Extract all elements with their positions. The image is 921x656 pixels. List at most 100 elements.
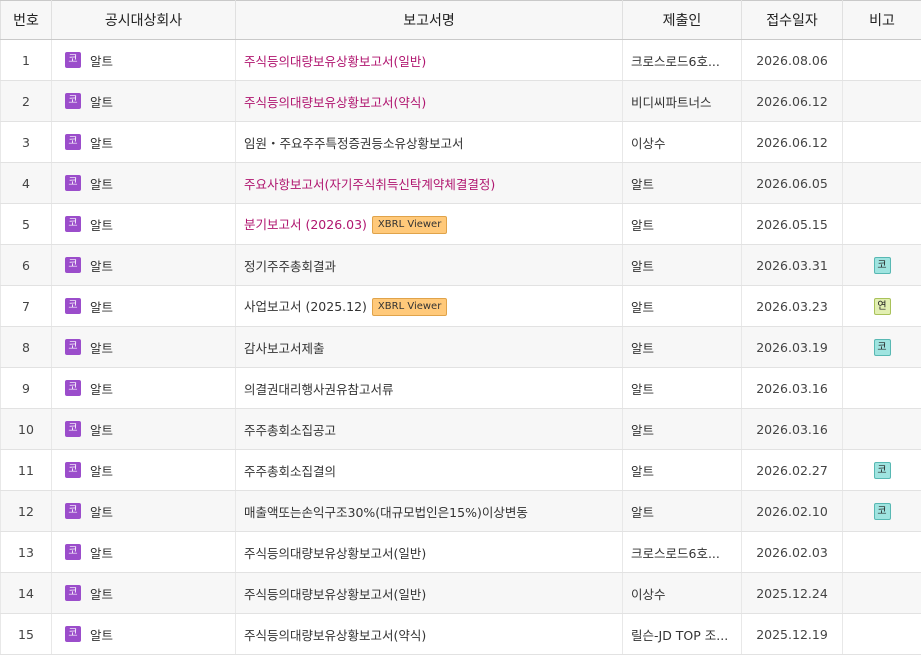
company-cell: 코 알트 xyxy=(51,613,236,655)
report-link[interactable]: 분기보고서 (2026.03) xyxy=(244,217,367,232)
row-number: 11 xyxy=(0,449,52,491)
table-row: 6 코 알트 정기주주총회결과 알트 2026.03.31 코 xyxy=(0,244,921,286)
company-link[interactable]: 알트 xyxy=(90,218,113,233)
company-link[interactable]: 알트 xyxy=(90,546,113,561)
submitter-cell[interactable]: 알트 xyxy=(622,408,742,450)
header-company[interactable]: 공시대상회사 xyxy=(51,0,236,40)
remark-badge[interactable]: 코 xyxy=(873,502,891,520)
company-link[interactable]: 알트 xyxy=(90,628,113,643)
remark-cell xyxy=(842,572,921,614)
report-link[interactable]: 주주총회소집결의 xyxy=(244,464,336,479)
table-row: 8 코 알트 감사보고서제출 알트 2026.03.19 코 xyxy=(0,326,921,368)
report-link[interactable]: 주식등의대량보유상황보고서(일반) xyxy=(244,587,426,602)
market-badge: 코 xyxy=(65,626,81,642)
remark-cell: 코 xyxy=(842,244,921,286)
header-date[interactable]: 접수일자 xyxy=(741,0,843,40)
company-link[interactable]: 알트 xyxy=(90,259,113,274)
market-badge: 코 xyxy=(65,52,81,68)
submitter-cell[interactable]: 알트 xyxy=(622,203,742,245)
date-cell: 2026.06.12 xyxy=(741,121,843,163)
company-cell: 코 알트 xyxy=(51,572,236,614)
report-link[interactable]: 주식등의대량보유상황보고서(약식) xyxy=(244,628,426,643)
submitter-cell[interactable]: 이상수 xyxy=(622,572,742,614)
report-link[interactable]: 정기주주총회결과 xyxy=(244,259,336,274)
submitter-cell[interactable]: 알트 xyxy=(622,449,742,491)
header-no[interactable]: 번호 xyxy=(0,0,52,40)
company-link[interactable]: 알트 xyxy=(90,423,113,438)
submitter-cell[interactable]: 크로스로드6호... xyxy=(622,531,742,573)
company-link[interactable]: 알트 xyxy=(90,464,113,479)
submitter-cell[interactable]: 알트 xyxy=(622,285,742,327)
table-row: 5 코 알트 분기보고서 (2026.03) XBRL Viewer 알트 2026.05.… xyxy=(0,203,921,245)
table-body: 1 코 알트 주식등의대량보유상황보고서(일반) 크로스로드6호... 2026.08.0… xyxy=(0,39,921,655)
disclosure-table: 번호 공시대상회사 보고서명 제출인 접수일자 비고 1 코 알트 주식등의대량보유상… xyxy=(0,0,921,655)
company-link[interactable]: 알트 xyxy=(90,95,113,110)
remark-cell: 코 xyxy=(842,326,921,368)
company-link[interactable]: 알트 xyxy=(90,177,113,192)
market-badge: 코 xyxy=(65,503,81,519)
date-cell: 2026.02.27 xyxy=(741,449,843,491)
report-cell: 임원・주요주주특정증권등소유상황보고서 xyxy=(235,121,623,163)
market-badge: 코 xyxy=(65,134,81,150)
report-cell: 정기주주총회결과 xyxy=(235,244,623,286)
company-link[interactable]: 알트 xyxy=(90,300,113,315)
report-link[interactable]: 주요사항보고서(자기주식취득신탁계약체결결정) xyxy=(244,177,495,192)
company-link[interactable]: 알트 xyxy=(90,136,113,151)
header-submitter[interactable]: 제출인 xyxy=(622,0,742,40)
remark-cell: 연 xyxy=(842,285,921,327)
remark-cell xyxy=(842,80,921,122)
report-cell: 주식등의대량보유상황보고서(일반) xyxy=(235,572,623,614)
remark-badge[interactable]: 코 xyxy=(873,256,891,274)
market-badge: 코 xyxy=(65,298,81,314)
remark-cell xyxy=(842,121,921,163)
report-cell: 매출액또는손익구조30%(대규모법인은15%)이상변동 xyxy=(235,490,623,532)
company-cell: 코 알트 xyxy=(51,326,236,368)
xbrl-viewer-button[interactable]: XBRL Viewer xyxy=(371,216,448,235)
report-cell: 주식등의대량보유상황보고서(약식) xyxy=(235,80,623,122)
row-number: 14 xyxy=(0,572,52,614)
company-link[interactable]: 알트 xyxy=(90,341,113,356)
remark-cell xyxy=(842,531,921,573)
date-cell: 2025.12.24 xyxy=(741,572,843,614)
market-badge: 코 xyxy=(65,421,81,437)
submitter-cell[interactable]: 이상수 xyxy=(622,121,742,163)
remark-badge[interactable]: 코 xyxy=(873,461,891,479)
submitter-cell[interactable]: 알트 xyxy=(622,244,742,286)
submitter-cell[interactable]: 크로스로드6호... xyxy=(622,39,742,81)
report-link[interactable]: 주식등의대량보유상황보고서(일반) xyxy=(244,546,426,561)
remark-badge[interactable]: 코 xyxy=(873,338,891,356)
submitter-cell[interactable]: 알트 xyxy=(622,326,742,368)
report-cell: 주주총회소집결의 xyxy=(235,449,623,491)
row-number: 1 xyxy=(0,39,52,81)
company-link[interactable]: 알트 xyxy=(90,587,113,602)
submitter-cell[interactable]: 릴슨-JD TOP 조... xyxy=(622,613,742,655)
submitter-cell[interactable]: 알트 xyxy=(622,162,742,204)
report-link[interactable]: 의결권대리행사권유참고서류 xyxy=(244,382,394,397)
report-link[interactable]: 주식등의대량보유상황보고서(약식) xyxy=(244,95,426,110)
report-link[interactable]: 주식등의대량보유상황보고서(일반) xyxy=(244,54,426,69)
remark-badge[interactable]: 연 xyxy=(873,297,891,315)
submitter-cell[interactable]: 알트 xyxy=(622,490,742,532)
table-row: 2 코 알트 주식등의대량보유상황보고서(약식) 비디씨파트너스 2026.06.12 xyxy=(0,80,921,122)
table-row: 14 코 알트 주식등의대량보유상황보고서(일반) 이상수 2025.12.24 xyxy=(0,572,921,614)
submitter-cell[interactable]: 알트 xyxy=(622,367,742,409)
report-link[interactable]: 매출액또는손익구조30%(대규모법인은15%)이상변동 xyxy=(244,505,528,520)
remark-cell xyxy=(842,613,921,655)
remark-cell xyxy=(842,367,921,409)
xbrl-viewer-button[interactable]: XBRL Viewer xyxy=(371,298,448,317)
company-link[interactable]: 알트 xyxy=(90,382,113,397)
company-link[interactable]: 알트 xyxy=(90,54,113,69)
company-link[interactable]: 알트 xyxy=(90,505,113,520)
report-link[interactable]: 감사보고서제출 xyxy=(244,341,325,356)
date-cell: 2026.02.10 xyxy=(741,490,843,532)
report-cell: 분기보고서 (2026.03) XBRL Viewer xyxy=(235,203,623,245)
remark-cell xyxy=(842,39,921,81)
market-badge: 코 xyxy=(65,380,81,396)
remark-cell: 코 xyxy=(842,449,921,491)
header-report[interactable]: 보고서명 xyxy=(235,0,623,40)
report-link[interactable]: 주주총회소집공고 xyxy=(244,423,336,438)
submitter-cell[interactable]: 비디씨파트너스 xyxy=(622,80,742,122)
report-link[interactable]: 사업보고서 (2025.12) xyxy=(244,299,367,314)
row-number: 13 xyxy=(0,531,52,573)
report-link[interactable]: 임원・주요주주특정증권등소유상황보고서 xyxy=(244,136,464,151)
